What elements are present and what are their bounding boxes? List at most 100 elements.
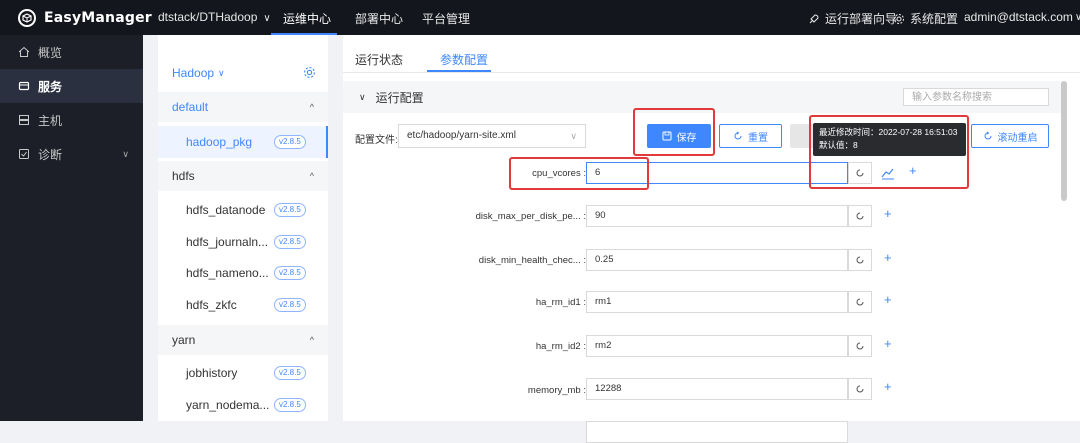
param-label: disk_max_per_disk_pe... : <box>475 211 586 222</box>
refresh-icon <box>856 256 864 264</box>
project-selector[interactable]: dtstack/DTHadoop ∨ <box>158 10 271 24</box>
add-param-icon[interactable]: + <box>884 379 892 394</box>
user-menu[interactable]: admin@dtstack.com ∨ <box>964 10 1080 24</box>
param-input[interactable]: 90 <box>586 205 848 227</box>
sidebar-item-services[interactable]: 服务 <box>0 69 143 103</box>
add-param-icon[interactable]: + <box>909 163 917 178</box>
service-item[interactable]: hdfs_zkfc v2.8.5 <box>158 289 328 321</box>
param-search-input[interactable] <box>903 88 1049 106</box>
param-reset-button[interactable] <box>848 291 872 313</box>
param-label: ha_rm_id2 : <box>535 341 586 352</box>
tab-run-status[interactable]: 运行状态 <box>355 51 403 68</box>
deploy-wizard-link[interactable]: 运行部署向导 <box>808 10 897 27</box>
scrollbar[interactable] <box>1061 81 1067 201</box>
refresh-icon <box>856 385 864 393</box>
service-item-name: hdfs_journaln... <box>186 235 269 249</box>
param-name: disk_max_per_disk_pe... <box>475 211 581 222</box>
chevron-down-icon: ∨ <box>263 13 271 24</box>
refresh-icon <box>734 131 742 140</box>
tooltip-default-value: 默认值：8 <box>819 140 858 150</box>
version-badge: v2.8.5 <box>274 235 306 249</box>
group-hdfs[interactable]: hdfs ^ <box>158 161 328 191</box>
sidebar-item-label: 诊断 <box>38 147 63 162</box>
save-icon <box>662 131 671 141</box>
logo-icon <box>18 9 36 27</box>
sidebar-item-diagnose[interactable]: 诊断 ∨ <box>0 137 143 171</box>
nav-tab-platform[interactable]: 平台管理 <box>422 10 470 27</box>
service-item[interactable]: yarn_nodema... v2.8.5 <box>158 389 328 421</box>
param-reset-button[interactable] <box>848 249 872 271</box>
save-label: 保存 <box>676 132 697 144</box>
param-input[interactable] <box>586 421 848 443</box>
service-name: Hadoop <box>172 66 215 80</box>
param-input[interactable]: rm2 <box>586 335 848 357</box>
param-name: ha_rm_id1 <box>535 297 581 308</box>
param-input-cpu-vcores[interactable]: 6 <box>586 162 848 184</box>
logo-text: EasyManager <box>44 10 152 26</box>
service-item-name: hdfs_nameno... <box>186 266 269 280</box>
service-item[interactable]: jobhistory v2.8.5 <box>158 357 328 389</box>
sidebar-item-overview[interactable]: 概览 <box>0 35 143 69</box>
param-input[interactable]: rm1 <box>586 291 848 313</box>
project-name: dtstack/DTHadoop <box>158 10 258 24</box>
tooltip-modify-time: 最近修改时间：2022-07-28 16:51:03 <box>819 127 958 137</box>
service-panel: Hadoop ∨ default ^ hadoop_pkg v2.8.5 hdfs ^… <box>158 35 328 421</box>
sidebar-item-label: 概览 <box>38 45 63 60</box>
main-content: 运行状态 参数配置 ∨ 运行配置 配置文件: etc/hadoop/yarn-s… <box>343 35 1080 443</box>
chevron-up-icon: ^ <box>309 335 314 345</box>
param-reset-button[interactable] <box>848 335 872 357</box>
service-item[interactable]: hdfs_nameno... v2.8.5 <box>158 257 328 289</box>
rolling-restart-button[interactable]: 滚动重启 <box>971 124 1049 148</box>
group-name: yarn <box>172 333 196 347</box>
param-label: disk_min_health_chec... : <box>478 255 586 266</box>
service-icon <box>18 81 30 91</box>
system-config-link[interactable]: 系统配置 <box>893 10 958 27</box>
home-icon <box>18 46 30 57</box>
save-button[interactable]: 保存 <box>647 124 711 148</box>
nav-tab-ops[interactable]: 运维中心 <box>283 10 331 27</box>
user-email: admin@dtstack.com <box>964 10 1073 24</box>
system-config-label: 系统配置 <box>910 12 959 26</box>
logo[interactable]: EasyManager <box>18 8 152 28</box>
history-chart-icon[interactable] <box>881 166 895 180</box>
service-item-hadoop-pkg[interactable]: hadoop_pkg v2.8.5 <box>158 126 328 158</box>
param-name: disk_min_health_chec... <box>478 255 581 266</box>
group-default[interactable]: default ^ <box>158 92 328 122</box>
gear-icon <box>894 13 904 24</box>
config-file-select[interactable]: etc/hadoop/yarn-site.xml ∨ <box>398 124 586 148</box>
nav-tab-deploy[interactable]: 部署中心 <box>355 10 403 27</box>
param-label: ha_rm_id1 : <box>535 297 586 308</box>
param-reset-button[interactable] <box>848 162 872 184</box>
version-badge: v2.8.5 <box>274 135 306 149</box>
gear-icon[interactable] <box>303 66 316 79</box>
add-param-icon[interactable]: + <box>884 206 892 221</box>
rocket-icon <box>809 13 819 23</box>
refresh-icon <box>856 212 864 220</box>
add-param-icon[interactable]: + <box>884 292 892 307</box>
refresh-icon <box>856 169 864 177</box>
chevron-down-icon: ∨ <box>122 148 129 159</box>
tab-param-config[interactable]: 参数配置 <box>440 51 488 68</box>
sidebar-item-label: 主机 <box>38 113 63 128</box>
param-name: memory_mb <box>527 385 581 396</box>
sidebar: 概览 服务 主机 诊断 ∨ <box>0 35 143 421</box>
reset-label: 重置 <box>748 132 768 144</box>
param-input[interactable]: 0.25 <box>586 249 848 271</box>
add-param-icon[interactable]: + <box>884 250 892 265</box>
reset-button[interactable]: 重置 <box>719 124 782 148</box>
param-name: ha_rm_id2 <box>535 341 581 352</box>
service-item[interactable]: hdfs_journaln... v2.8.5 <box>158 226 328 258</box>
param-reset-button[interactable] <box>848 205 872 227</box>
refresh-icon <box>856 298 864 306</box>
group-yarn[interactable]: yarn ^ <box>158 325 328 355</box>
sidebar-item-hosts[interactable]: 主机 <box>0 103 143 137</box>
service-item-name: hdfs_datanode <box>186 203 266 217</box>
service-item[interactable]: hdfs_datanode v2.8.5 <box>158 194 328 226</box>
service-item-name: hadoop_pkg <box>186 135 253 149</box>
refresh-icon <box>984 131 991 140</box>
group-name: default <box>172 100 209 114</box>
param-reset-button[interactable] <box>848 378 872 400</box>
service-item-name: yarn_nodema... <box>186 398 270 412</box>
param-input[interactable]: 12288 <box>586 378 848 400</box>
add-param-icon[interactable]: + <box>884 336 892 351</box>
